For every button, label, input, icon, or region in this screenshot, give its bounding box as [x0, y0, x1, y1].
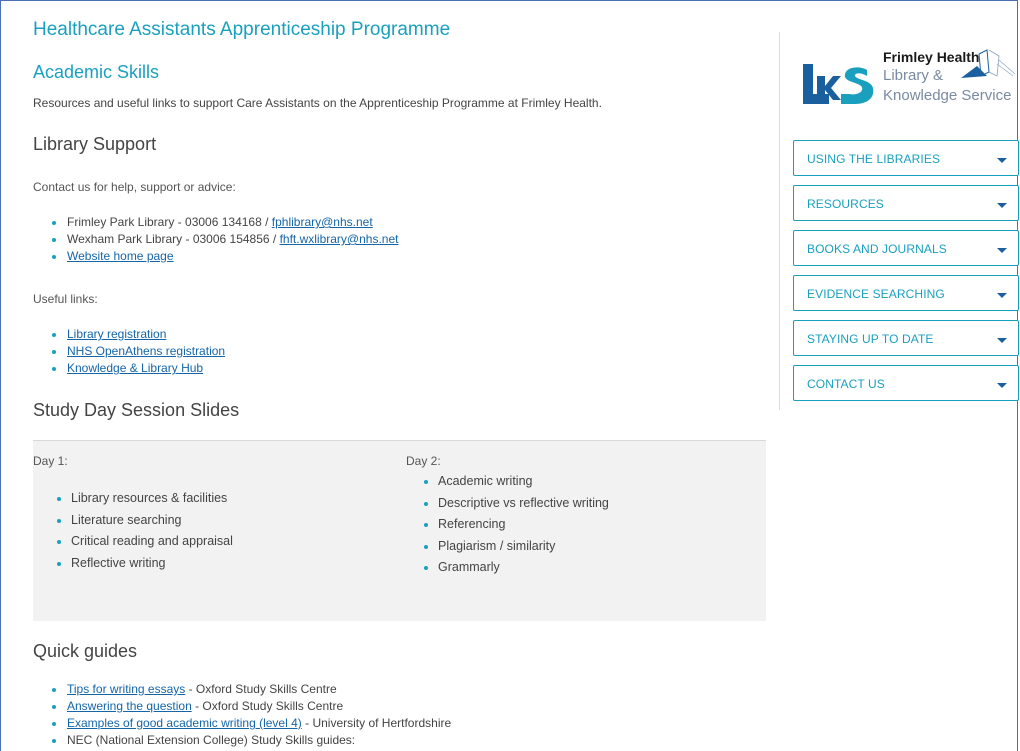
lks-logo-mark: Frimley Health Library & Knowledge Servi… — [803, 49, 1016, 104]
list-item: Library resources & facilities — [55, 488, 233, 510]
day1-list: Library resources & facilities Literatur… — [55, 488, 233, 574]
logo-line3: Knowledge Service — [883, 87, 1011, 104]
list-item: Grammarly — [422, 557, 609, 579]
study-day-heading: Study Day Session Slides — [33, 400, 240, 420]
sidebar-divider — [779, 32, 780, 410]
nav-evidence-searching[interactable]: EVIDENCE SEARCHING — [793, 275, 1019, 311]
useful-links-list: Library registration NHS OpenAthens regi… — [50, 326, 225, 377]
library-support-heading: Library Support — [33, 134, 157, 154]
nav-label: STAYING UP TO DATE — [807, 332, 934, 346]
list-item: Referencing — [422, 514, 609, 536]
day1-label: Day 1: — [33, 454, 68, 468]
page-title: Healthcare Assistants Apprenticeship Pro… — [33, 19, 451, 40]
email-link-frimley[interactable]: fphlibrary@nhs.net — [272, 215, 373, 229]
list-item: Knowledge & Library Hub — [50, 360, 225, 377]
contact-text: Contact us for help, support or advice: — [33, 180, 236, 194]
list-item: Answering the question - Oxford Study Sk… — [50, 698, 451, 715]
nav-label: BOOKS AND JOURNALS — [807, 242, 947, 256]
nav-label: CONTACT US — [807, 377, 885, 391]
openathens-link[interactable]: NHS OpenAthens registration — [67, 344, 225, 358]
nav-resources[interactable]: RESOURCES — [793, 185, 1019, 221]
nav-label: RESOURCES — [807, 197, 884, 211]
study-day-panel: Day 1: Library resources & facilities Li… — [33, 440, 766, 621]
answering-question-link[interactable]: Answering the question — [67, 699, 192, 713]
list-item: Literature searching — [55, 510, 233, 532]
logo-line1: Frimley Health — [883, 49, 979, 65]
list-item: Plagiarism / similarity — [422, 536, 609, 558]
knowledge-hub-link[interactable]: Knowledge & Library Hub — [67, 361, 203, 375]
chevron-down-icon — [997, 158, 1007, 163]
list-item: Frimley Park Library - 03006 134168 / fp… — [50, 214, 398, 231]
list-item: NEC (National Extension College) Study S… — [50, 732, 451, 749]
email-link-wexham[interactable]: fhft.wxlibrary@nhs.net — [280, 232, 399, 246]
list-item: Critical reading and appraisal — [55, 531, 233, 553]
website-home-link[interactable]: Website home page — [67, 249, 174, 263]
quick-guides-heading: Quick guides — [33, 641, 138, 661]
nav-books-and-journals[interactable]: BOOKS AND JOURNALS — [793, 230, 1019, 266]
section-title: Academic Skills — [33, 62, 160, 82]
list-item: Academic writing — [422, 471, 609, 493]
list-item: Website home page — [50, 248, 398, 265]
chevron-down-icon — [997, 383, 1007, 388]
chevron-down-icon — [997, 338, 1007, 343]
list-item: Reflective writing — [55, 553, 233, 575]
list-item: Library registration — [50, 326, 225, 343]
library-registration-link[interactable]: Library registration — [67, 327, 166, 341]
academic-writing-examples-link[interactable]: Examples of good academic writing (level… — [67, 716, 302, 730]
chevron-down-icon — [997, 248, 1007, 253]
nav-contact-us[interactable]: CONTACT US — [793, 365, 1019, 401]
logo-line2: Library & — [883, 67, 943, 84]
quick-guides-list: Tips for writing essays - Oxford Study S… — [50, 681, 451, 749]
nav-label: EVIDENCE SEARCHING — [807, 287, 945, 301]
list-item: Tips for writing essays - Oxford Study S… — [50, 681, 451, 698]
list-item: Wexham Park Library - 03006 154856 / fhf… — [50, 231, 398, 248]
chevron-down-icon — [997, 203, 1007, 208]
useful-links-text: Useful links: — [33, 292, 98, 306]
nav-using-the-libraries[interactable]: USING THE LIBRARIES — [793, 140, 1019, 176]
nav-staying-up-to-date[interactable]: STAYING UP TO DATE — [793, 320, 1019, 356]
day2-label: Day 2: — [406, 454, 441, 468]
contact-list: Frimley Park Library - 03006 134168 / fp… — [50, 214, 398, 265]
lks-logo[interactable]: Frimley Health Library & Knowledge Servi… — [801, 46, 1019, 110]
list-item: Descriptive vs reflective writing — [422, 493, 609, 515]
chevron-down-icon — [997, 293, 1007, 298]
essay-tips-link[interactable]: Tips for writing essays — [67, 682, 185, 696]
intro-text: Resources and useful links to support Ca… — [33, 96, 602, 110]
day2-list: Academic writing Descriptive vs reflecti… — [422, 471, 609, 579]
nav-label: USING THE LIBRARIES — [807, 152, 941, 166]
list-item: NHS OpenAthens registration — [50, 343, 225, 360]
list-item: Examples of good academic writing (level… — [50, 715, 451, 732]
